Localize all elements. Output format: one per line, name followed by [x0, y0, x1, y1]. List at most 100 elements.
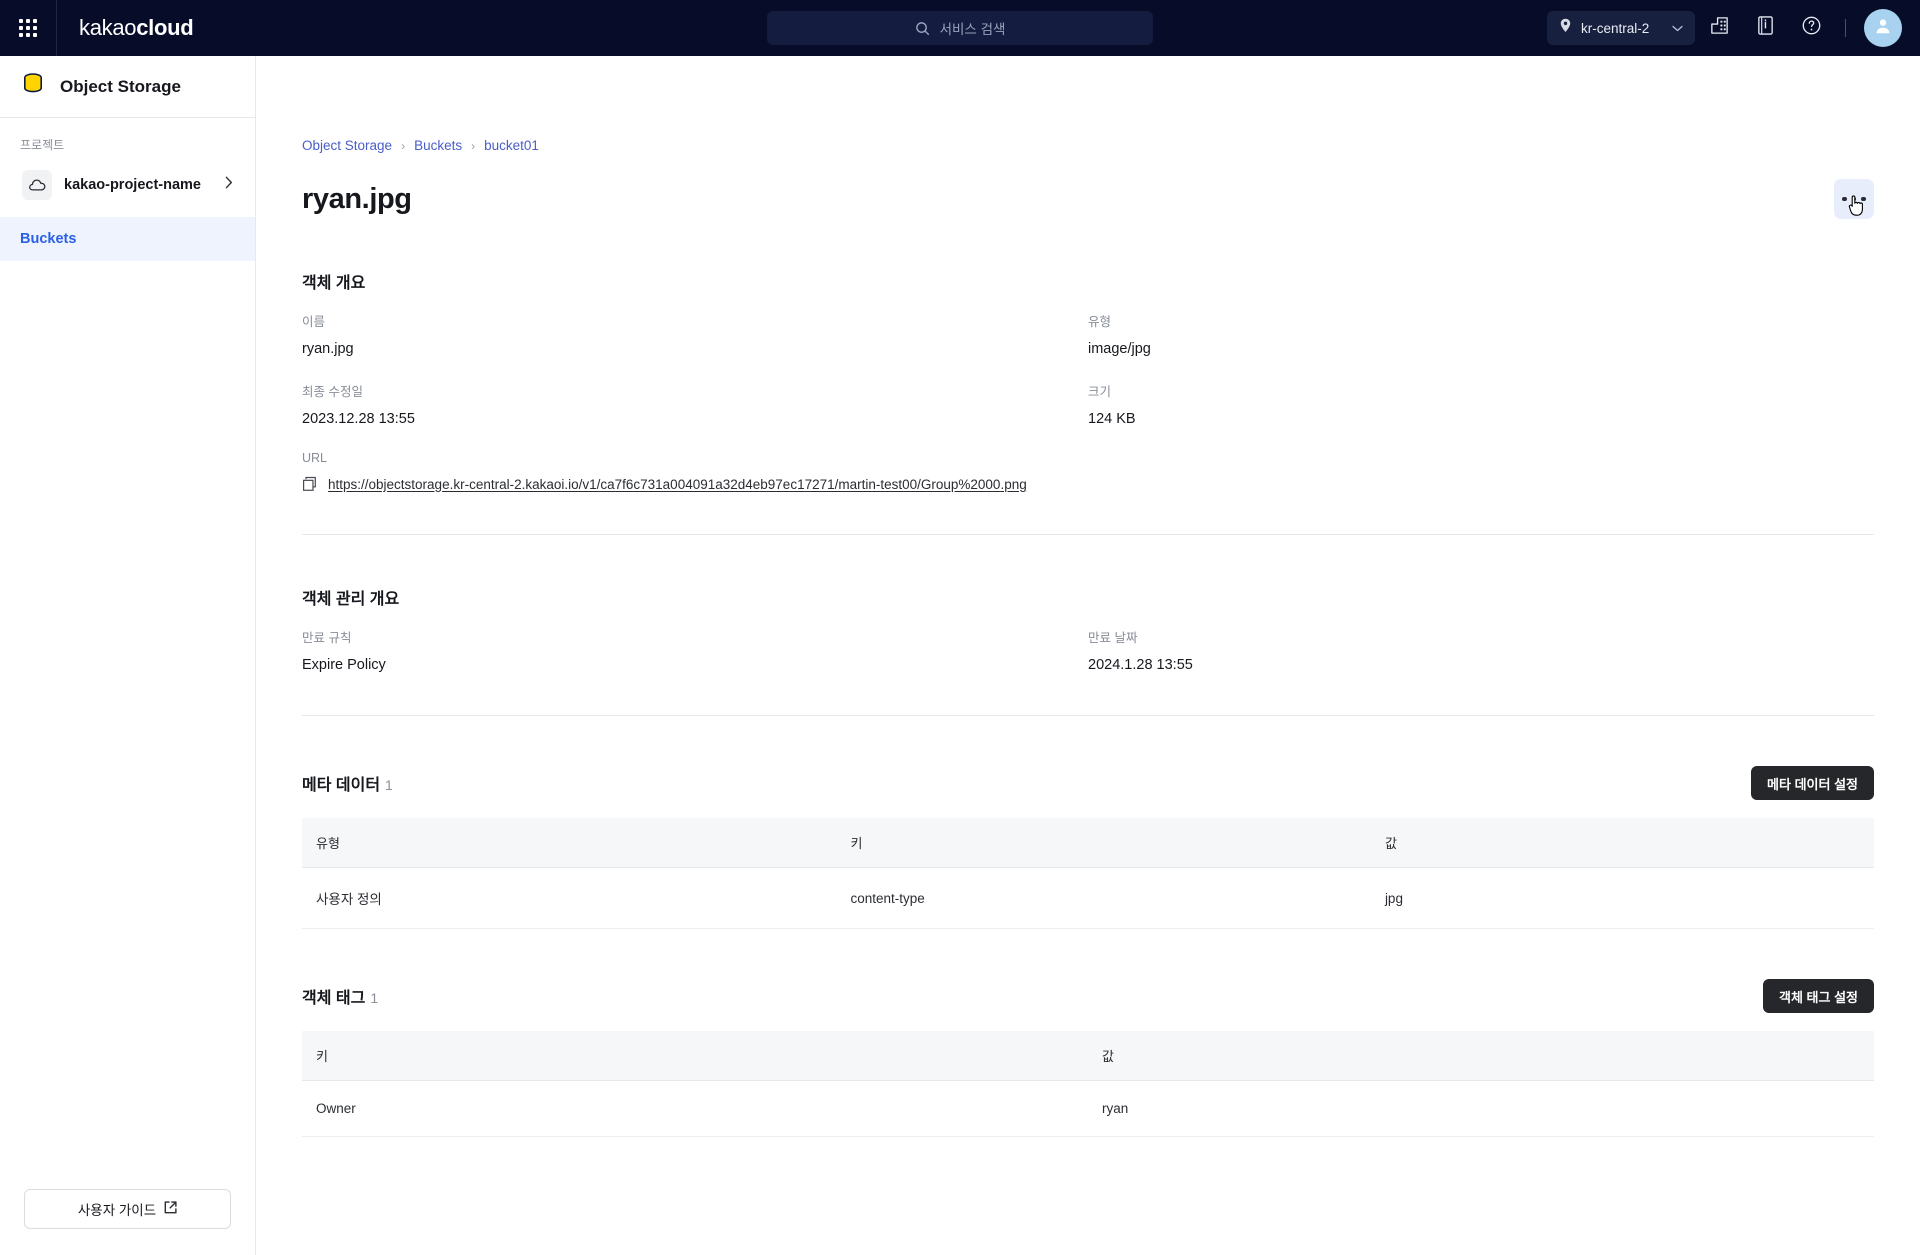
table-row: 사용자 정의 content-type jpg — [302, 867, 1874, 929]
object-tags-settings-button[interactable]: 객체 태그 설정 — [1763, 979, 1874, 1013]
application-root: kakao cloud 서비스 검색 kr-central-2 Object S… — [0, 0, 1920, 1255]
organization-icon — [1709, 15, 1730, 41]
metadata-count: 1 — [385, 777, 393, 793]
object-management-title: 객체 관리 개요 — [302, 591, 400, 608]
apps-grid-button[interactable] — [0, 0, 56, 56]
column-header-type: 유형 — [302, 818, 837, 868]
docs-button[interactable] — [1743, 6, 1787, 50]
breadcrumb-item-buckets[interactable]: Buckets — [414, 138, 462, 153]
object-tags-table-head: 키 값 — [302, 1031, 1874, 1081]
column-header-value: 값 — [1088, 1031, 1874, 1081]
page-title: ryan.jpg — [302, 182, 412, 215]
global-search[interactable]: 서비스 검색 — [767, 11, 1153, 45]
metadata-settings-button[interactable]: 메타 데이터 설정 — [1751, 766, 1874, 800]
field-label: 이름 — [302, 315, 326, 329]
column-header-key: 키 — [836, 818, 1371, 868]
sidebar-project-selector[interactable]: kakao-project-name — [14, 163, 241, 207]
search-input[interactable]: 서비스 검색 — [767, 11, 1153, 45]
region-selector[interactable]: kr-central-2 — [1547, 11, 1695, 45]
field-label: 유형 — [1088, 315, 1112, 329]
object-tags-title: 객체 태그 1 — [302, 984, 378, 1008]
more-options-icon-dot — [1851, 196, 1857, 202]
field-last-modified: 최종 수정일 2023.12.28 13:55 — [302, 381, 1088, 427]
more-options-icon-dot — [1861, 196, 1866, 202]
organization-button[interactable] — [1697, 6, 1741, 50]
header-actions: kr-central-2 — [1547, 6, 1920, 50]
chevron-right-icon — [225, 176, 233, 194]
table-row: Owner ryan — [302, 1080, 1874, 1137]
brand-text-bold: cloud — [136, 15, 194, 40]
object-tags-title-text: 객체 태그 — [302, 990, 366, 1007]
document-info-icon — [1756, 15, 1775, 41]
sidebar-item-label: Buckets — [20, 231, 77, 247]
search-icon — [915, 21, 930, 36]
help-circle-icon — [1801, 15, 1822, 41]
search-placeholder-text: 서비스 검색 — [939, 22, 1006, 37]
field-label: URL — [302, 451, 328, 465]
cell-key: content-type — [836, 867, 1371, 929]
sidebar-project-name: kakao-project-name — [64, 177, 201, 193]
object-tags-count: 1 — [370, 990, 379, 1006]
external-link-icon — [164, 1201, 177, 1217]
metadata-table: 유형 키 값 사용자 정의 content-type jpg — [302, 818, 1874, 929]
sidebar-project-label: 프로젝트 — [20, 138, 65, 152]
sidebar-service-header[interactable]: Object Storage — [0, 56, 255, 118]
field-label: 최종 수정일 — [302, 385, 363, 399]
cell-value: ryan — [1088, 1080, 1874, 1137]
cell-value: jpg — [1370, 867, 1874, 929]
region-label: kr-central-2 — [1581, 20, 1650, 36]
breadcrumb-item-bucket01[interactable]: bucket01 — [484, 138, 539, 153]
header-actions-divider — [1845, 19, 1846, 37]
sidebar-nav: Buckets — [0, 217, 255, 261]
field-value: 2023.12.28 13:55 — [302, 411, 415, 427]
object-overview-fields: 이름 ryan.jpg 유형 image/jpg 최종 수정일 2023.12.… — [302, 311, 1874, 516]
object-url-link[interactable]: https://objectstorage.kr-central-2.kakao… — [328, 477, 1027, 492]
field-label: 만료 규칙 — [302, 631, 352, 645]
more-options-icon-dot — [1842, 196, 1847, 202]
column-header-value: 값 — [1370, 818, 1874, 868]
field-url: URL https://objectstorage.kr-central-2.k… — [302, 451, 1874, 492]
field-value: image/jpg — [1088, 341, 1151, 357]
sidebar-item-buckets[interactable]: Buckets — [0, 217, 255, 261]
brand-logo[interactable]: kakao cloud — [57, 0, 194, 56]
field-type: 유형 image/jpg — [1088, 311, 1874, 357]
field-name: 이름 ryan.jpg — [302, 311, 1088, 357]
table-header-row: 유형 키 값 — [302, 818, 1874, 868]
global-header: kakao cloud 서비스 검색 kr-central-2 — [0, 0, 1920, 56]
more-options-button[interactable] — [1834, 179, 1874, 219]
cell-key: Owner — [302, 1080, 1088, 1137]
sidebar-footer: 사용자 가이드 — [0, 1171, 255, 1255]
main-content: Object Storage › Buckets › bucket01 ryan… — [256, 56, 1920, 1255]
field-expire-date: 만료 날짜 2024.1.28 13:55 — [1088, 627, 1874, 673]
avatar[interactable] — [1864, 9, 1902, 47]
object-overview-section: 객체 개요 이름 ryan.jpg 유형 image/jpg 최종 수정일 20 — [302, 219, 1874, 535]
object-management-fields: 만료 규칙 Expire Policy 만료 날짜 2024.1.28 13:5… — [302, 627, 1874, 697]
user-guide-label: 사용자 가이드 — [77, 1203, 157, 1218]
field-value: 2024.1.28 13:55 — [1088, 657, 1193, 673]
metadata-table-head: 유형 키 값 — [302, 818, 1874, 868]
cloud-icon — [22, 170, 52, 200]
help-button[interactable] — [1789, 6, 1833, 50]
object-tags-table-body: Owner ryan — [302, 1080, 1874, 1137]
breadcrumb: Object Storage › Buckets › bucket01 — [302, 56, 1874, 153]
grid-apps-icon — [19, 19, 37, 37]
cell-type: 사용자 정의 — [302, 867, 837, 929]
metadata-section: 메타 데이터 1 메타 데이터 설정 유형 키 값 사용자 정의 content… — [302, 716, 1874, 929]
sidebar: Object Storage 프로젝트 kakao-project-name B… — [0, 56, 256, 1255]
metadata-header: 메타 데이터 1 메타 데이터 설정 — [302, 766, 1874, 800]
breadcrumb-item-object-storage[interactable]: Object Storage — [302, 138, 392, 153]
page-header: ryan.jpg — [302, 153, 1874, 219]
sidebar-service-name: Object Storage — [60, 76, 181, 96]
field-value: 124 KB — [1088, 411, 1136, 427]
copy-icon[interactable] — [302, 476, 317, 492]
field-value: Expire Policy — [302, 657, 386, 673]
metadata-title-text: 메타 데이터 — [302, 777, 381, 794]
sidebar-project-section: 프로젝트 kakao-project-name — [0, 118, 255, 207]
user-guide-button[interactable]: 사용자 가이드 — [24, 1189, 231, 1229]
breadcrumb-separator: › — [401, 138, 406, 153]
chevron-down-icon — [1672, 19, 1683, 37]
object-tags-header: 객체 태그 1 객체 태그 설정 — [302, 979, 1874, 1013]
object-management-section: 객체 관리 개요 만료 규칙 Expire Policy 만료 날짜 2024.… — [302, 535, 1874, 716]
object-tags-section: 객체 태그 1 객체 태그 설정 키 값 Owner ryan — [302, 929, 1874, 1137]
field-size: 크기 124 KB — [1088, 381, 1874, 427]
